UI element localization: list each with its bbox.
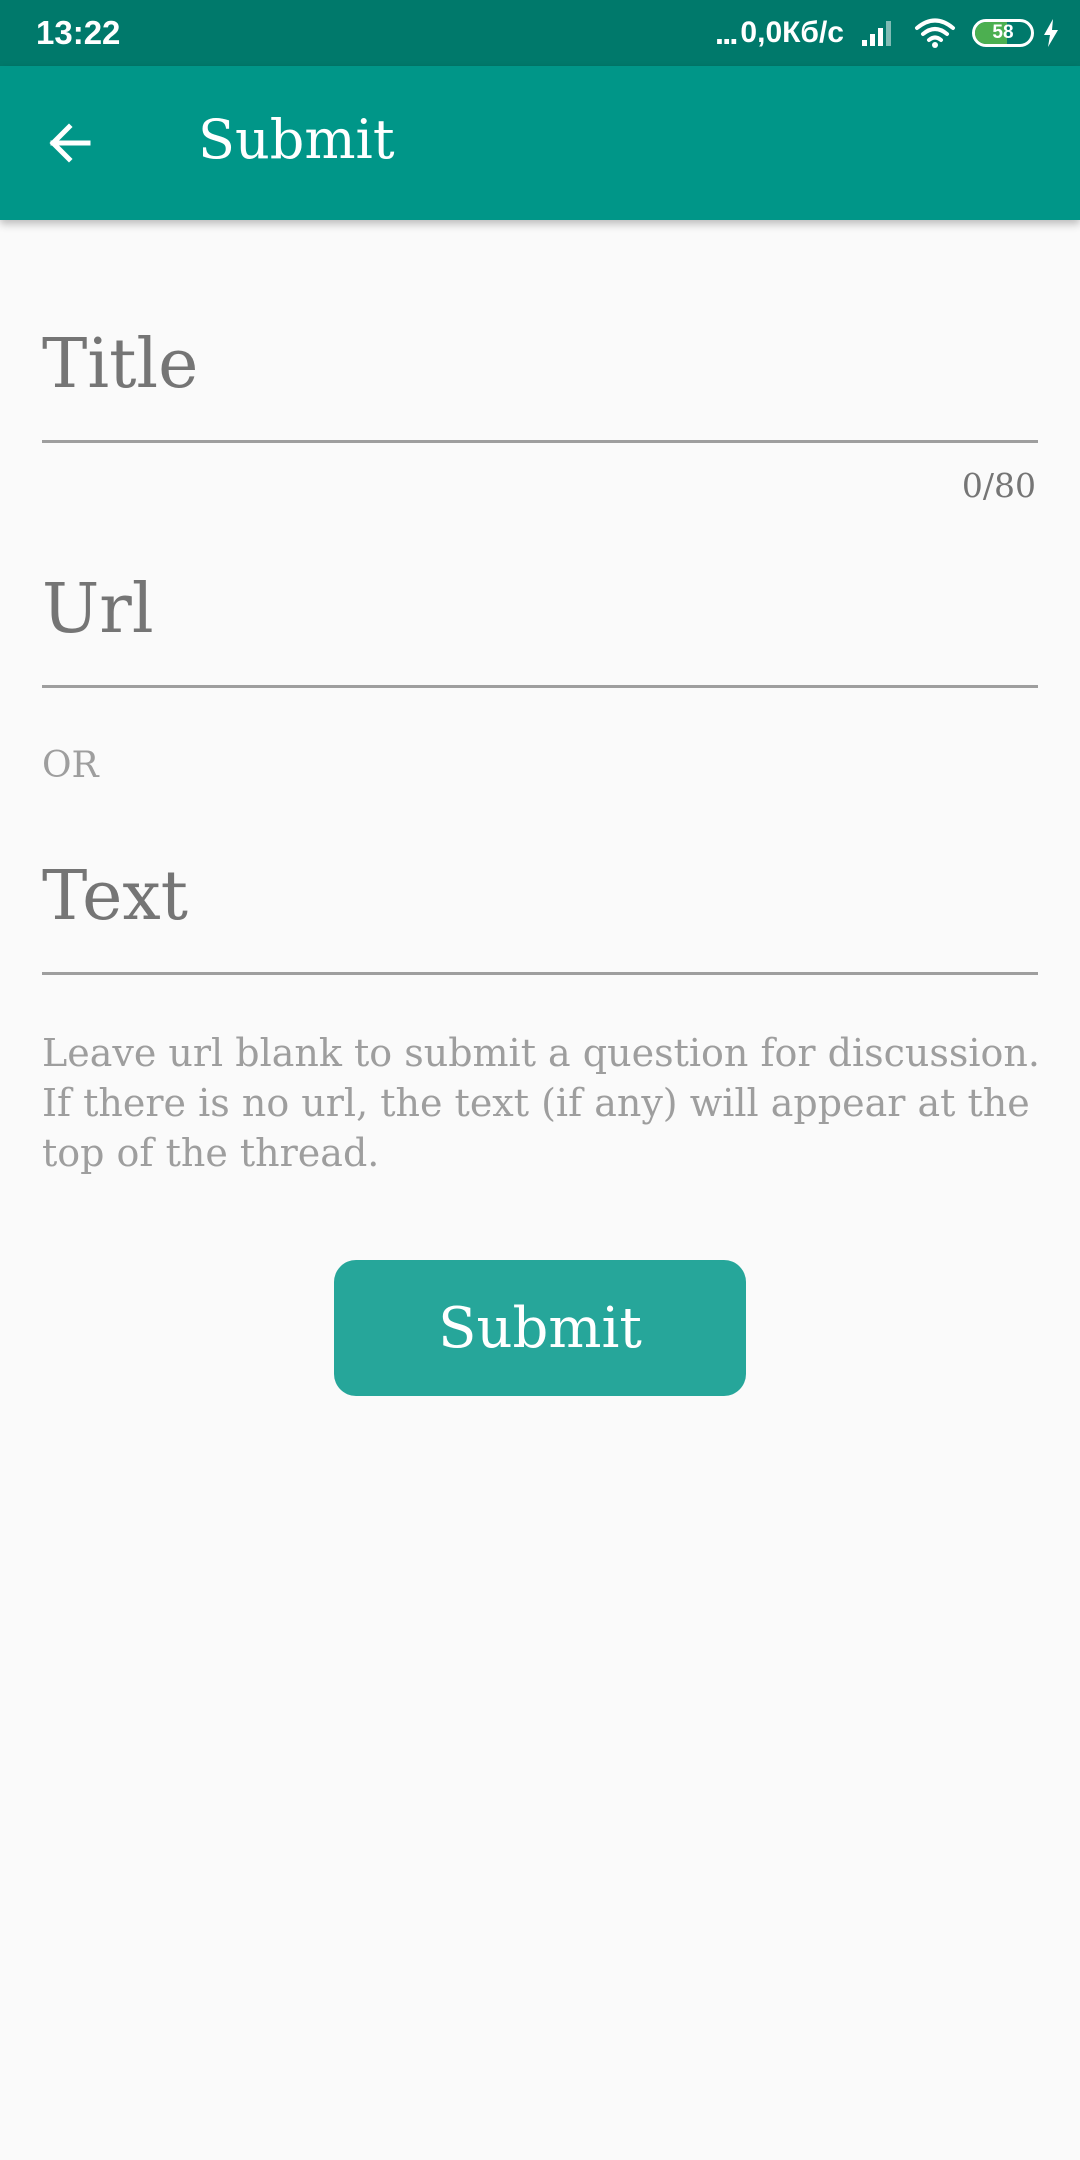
text-input[interactable] (42, 846, 1038, 946)
notification-dots: ... (714, 14, 738, 51)
title-input[interactable] (42, 314, 1038, 414)
status-time: 13:22 (36, 14, 121, 51)
signal-icon (860, 18, 896, 48)
status-indicators: ... 0,0Кб/с 58 (715, 10, 1060, 56)
submit-button[interactable]: Submit (334, 1260, 746, 1396)
app-bar: Submit (0, 66, 1080, 220)
helper-text: Leave url blank to submit a question for… (42, 1031, 1040, 1175)
title-field (42, 300, 1038, 443)
url-field (42, 545, 1038, 688)
network-speed: 0,0Кб/с (740, 16, 844, 49)
wifi-icon (914, 17, 956, 49)
text-field (42, 832, 1038, 975)
arrow-back-icon (49, 123, 91, 163)
status-bar: 13:22 ... 0,0Кб/с 58 (0, 0, 1080, 66)
battery-level: 58 (992, 22, 1014, 43)
battery-icon: 58 (972, 19, 1034, 47)
charging-icon (1042, 18, 1060, 48)
title-char-counter: 0/80 (961, 466, 1036, 505)
page-title: Submit (198, 108, 395, 171)
url-input[interactable] (42, 559, 1038, 659)
back-button[interactable] (38, 111, 102, 175)
or-separator: OR (42, 745, 99, 786)
